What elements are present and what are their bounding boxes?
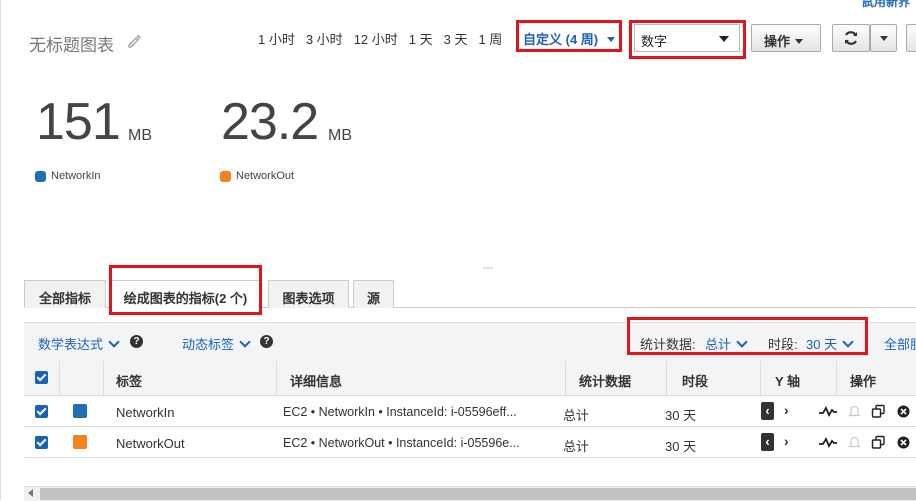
tab-graphed-metrics[interactable]: 绘成图表的指标(2 个) (110, 280, 261, 309)
try-new-link[interactable]: 試用新界 (862, 0, 910, 10)
range-1w[interactable]: 1 周 (478, 29, 502, 48)
view-type-value: 数字 (641, 34, 668, 49)
statistic-dropdown[interactable]: 总计 (705, 334, 748, 353)
column-divider (666, 361, 667, 395)
custom-range-dropdown[interactable]: 自定义 (4 周) (523, 29, 615, 48)
period-dropdown[interactable]: 30 天 (806, 334, 854, 353)
range-3h[interactable]: 3 小时 (306, 29, 343, 48)
dynamic-labels-label: 动态标签 (182, 337, 235, 352)
header-details[interactable]: 详细信息 (290, 371, 342, 390)
y-axis-left-button[interactable]: ‹ (761, 402, 774, 420)
caret-down-icon (880, 36, 888, 41)
range-12h[interactable]: 12 小时 (354, 29, 398, 48)
copy-icon[interactable] (871, 404, 886, 419)
header-label[interactable]: 标签 (116, 371, 142, 390)
tab-graph-options[interactable]: 图表选项 (268, 280, 349, 308)
chevron-down-icon (239, 336, 251, 348)
refresh-button[interactable] (832, 24, 870, 52)
chevron-down-icon (736, 336, 748, 348)
header-period[interactable]: 时段 (682, 371, 708, 390)
statistic-label: 统计数据: (640, 337, 696, 352)
legend-networkin[interactable]: NetworkIn (35, 170, 101, 182)
math-expression-dropdown[interactable]: 数学表达式 (38, 334, 120, 353)
select-all-checkbox[interactable] (35, 371, 48, 384)
graph-line-icon[interactable] (818, 436, 838, 448)
header-actions: 操作 (850, 374, 877, 389)
column-divider (103, 361, 104, 395)
legend-swatch (220, 170, 231, 182)
chevron-down-icon (108, 336, 120, 348)
view-type-select[interactable]: 数字 (634, 24, 740, 52)
y-axis-left-button[interactable]: ‹ (761, 433, 774, 451)
refresh-icon (844, 31, 858, 45)
row-checkbox[interactable] (35, 436, 48, 449)
scrollbar-thumb[interactable] (40, 488, 916, 500)
actions-button[interactable]: 操作 (751, 24, 821, 52)
metric-value-networkin: 151 (36, 93, 121, 151)
row-details: EC2 • NetworkIn • InstanceId: i-05596eff… (283, 405, 517, 419)
left-border (0, 0, 1, 500)
header-y-axis[interactable]: Y 轴 (775, 371, 800, 390)
tab-source[interactable]: 源 (353, 280, 394, 308)
all-link[interactable]: 全部服 (884, 334, 916, 353)
math-expression-label: 数学表达式 (38, 337, 104, 352)
row-checkbox[interactable] (35, 405, 48, 418)
row-details: EC2 • NetworkOut • InstanceId: i-05596e.… (283, 436, 520, 450)
period-label: 时段: (768, 337, 798, 352)
color-swatch[interactable] (73, 404, 87, 418)
caret-down-icon (719, 36, 729, 42)
row-statistic[interactable]: 总计 (563, 436, 589, 455)
row-label[interactable]: NetworkOut (116, 436, 185, 451)
column-divider (59, 361, 60, 395)
help-icon[interactable]: ? (130, 335, 143, 348)
y-axis-right-button[interactable]: › (784, 402, 789, 418)
column-divider (760, 361, 761, 395)
bell-icon[interactable] (848, 435, 861, 449)
remove-icon[interactable] (897, 405, 910, 418)
range-1d[interactable]: 1 天 (409, 29, 433, 48)
row-statistic[interactable]: 总计 (563, 405, 589, 424)
y-axis-right-button[interactable]: › (784, 433, 789, 449)
period-value: 30 天 (806, 337, 838, 352)
column-divider (565, 361, 566, 395)
row-period[interactable]: 30 天 (665, 436, 696, 455)
chart-title[interactable]: 无标题图表 (29, 31, 114, 56)
resize-handle[interactable]: --- (483, 263, 493, 274)
legend-label: NetworkOut (236, 170, 295, 182)
metric-unit-networkout: MB (328, 127, 352, 144)
legend-networkout[interactable]: NetworkOut (220, 170, 294, 182)
time-range-options: 1 小时 3 小时 12 小时 1 天 3 天 1 周 (258, 29, 513, 48)
refresh-options-button[interactable] (870, 24, 897, 52)
column-divider (836, 361, 837, 395)
color-swatch[interactable] (73, 435, 87, 449)
metric-value-networkout: 23.2 (221, 93, 319, 151)
range-1h[interactable]: 1 小时 (258, 29, 295, 48)
copy-icon[interactable] (871, 435, 886, 450)
more-button[interactable] (906, 24, 916, 52)
custom-range-label: 自定义 (4 周) (523, 32, 599, 47)
legend-swatch (35, 170, 46, 182)
row-period[interactable]: 30 天 (665, 405, 696, 424)
dynamic-labels-dropdown[interactable]: 动态标签 (182, 334, 251, 353)
legend-label: NetworkIn (51, 170, 101, 182)
header-statistic[interactable]: 统计数据 (579, 371, 631, 390)
statistic-value: 总计 (705, 337, 732, 352)
remove-icon[interactable] (897, 436, 910, 449)
column-divider (276, 361, 277, 395)
row-label[interactable]: NetworkIn (116, 405, 175, 420)
bell-icon[interactable] (848, 404, 861, 418)
graph-line-icon[interactable] (818, 405, 838, 417)
caret-down-icon (795, 39, 804, 44)
help-icon[interactable]: ? (260, 335, 273, 348)
range-3d[interactable]: 3 天 (444, 29, 468, 48)
actions-label: 操作 (764, 34, 791, 49)
chevron-down-icon (842, 336, 854, 348)
metric-unit-networkin: MB (128, 127, 152, 144)
scroll-left-icon[interactable] (28, 489, 33, 497)
caret-down-icon (606, 37, 615, 42)
tab-all-metrics[interactable]: 全部指标 (24, 280, 106, 308)
pencil-icon[interactable] (127, 34, 141, 48)
